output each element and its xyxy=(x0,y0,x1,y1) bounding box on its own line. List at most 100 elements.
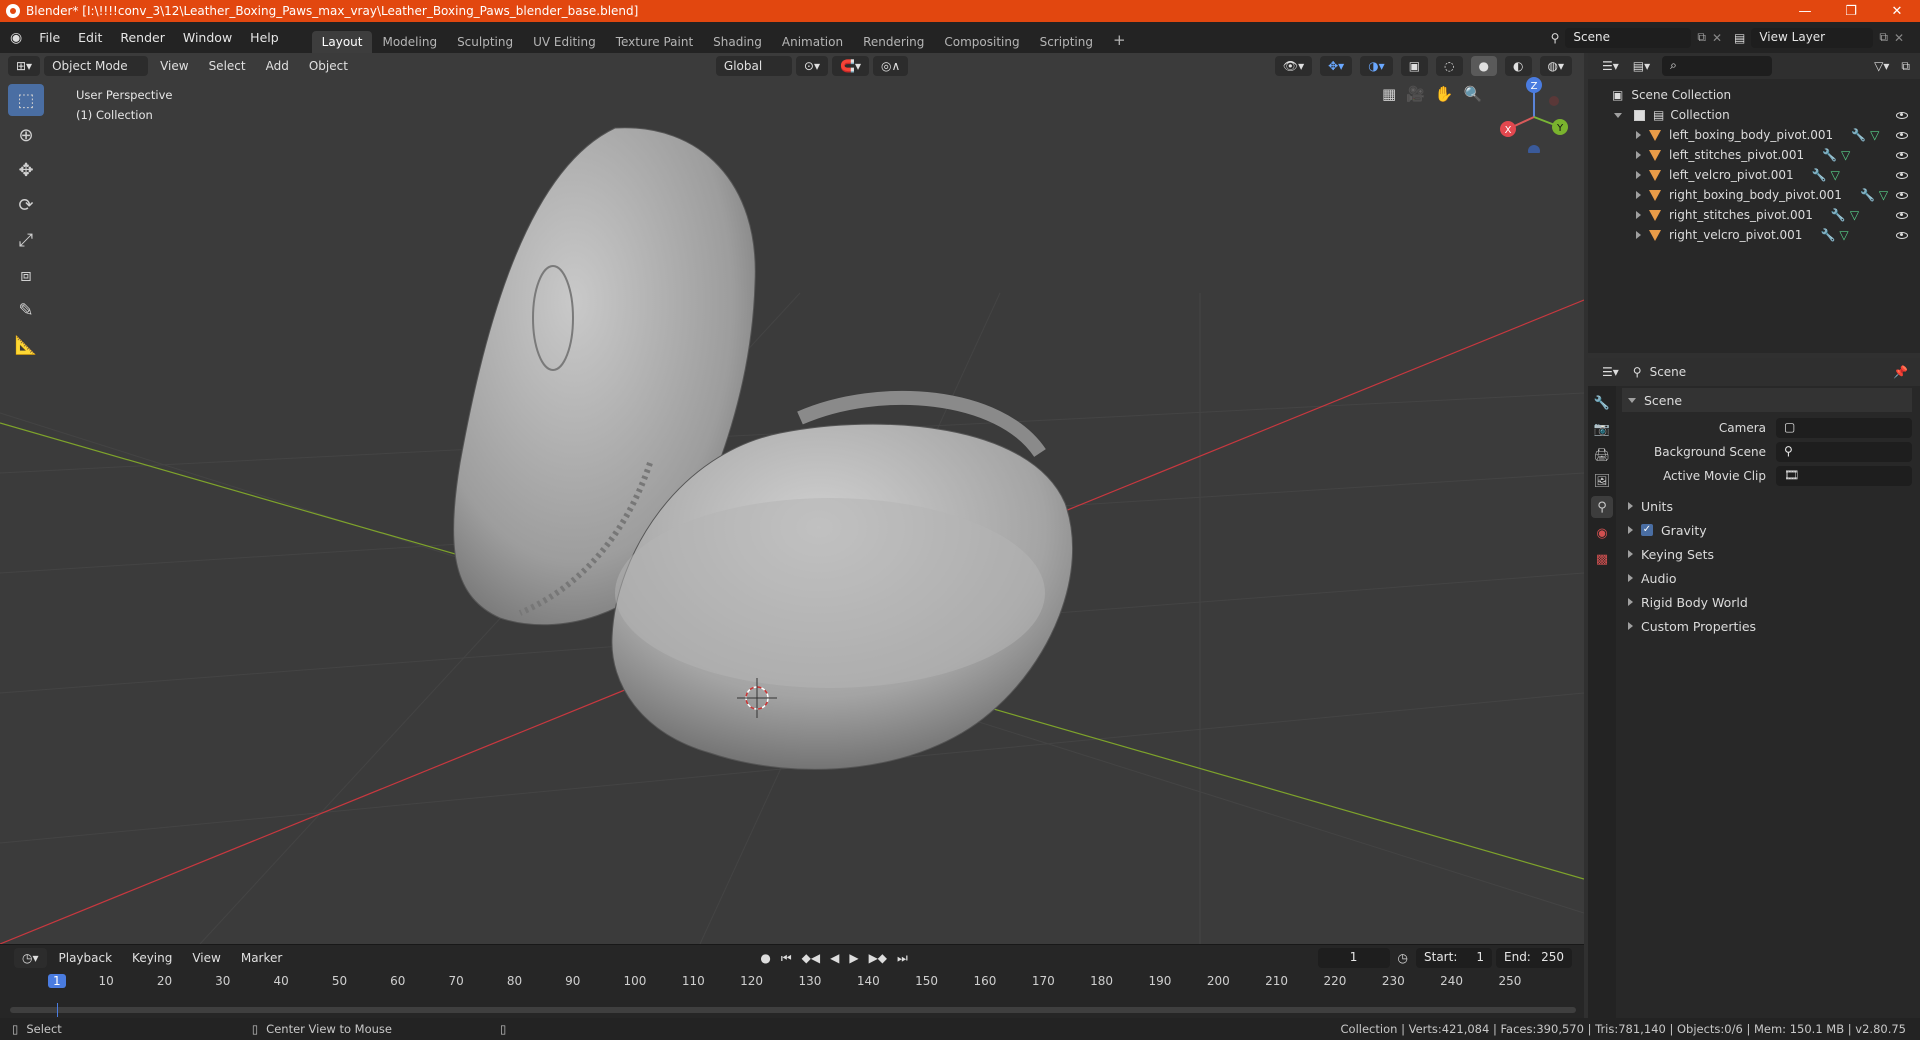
pivot-point-icon[interactable]: ⊙▾ xyxy=(795,56,828,76)
object-visibility-icon[interactable] xyxy=(1896,211,1908,219)
start-frame-field[interactable]: Start: 1 xyxy=(1416,948,1492,968)
timeline-scrollbar[interactable] xyxy=(10,1007,1576,1013)
add-workspace-button[interactable]: + xyxy=(1103,27,1136,53)
active-movie-clip-field[interactable]: 🎞 xyxy=(1776,466,1912,486)
tab-sculpting[interactable]: Sculpting xyxy=(447,31,523,53)
outliner-collection[interactable]: ▤ Collection xyxy=(1588,105,1920,125)
gizmo-z[interactable]: Z xyxy=(1531,81,1538,92)
scene-icon[interactable]: ⚲ xyxy=(1551,31,1560,45)
mesh-data-icon[interactable]: ▽ xyxy=(1870,128,1879,142)
custom-properties-panel[interactable]: Custom Properties xyxy=(1622,614,1912,638)
view-layer-selector[interactable]: View Layer xyxy=(1751,27,1874,48)
outliner-search-input[interactable]: ⌕ xyxy=(1662,56,1773,76)
material-shading-icon[interactable]: ◐ xyxy=(1505,56,1532,76)
minimize-button[interactable]: — xyxy=(1782,4,1828,19)
visibility-icon[interactable]: 👁▾ xyxy=(1274,56,1313,76)
expand-object-icon[interactable] xyxy=(1636,131,1641,139)
object-visibility-icon[interactable] xyxy=(1896,191,1908,199)
gravity-checkbox[interactable]: ✓ xyxy=(1641,524,1653,536)
playhead-line[interactable] xyxy=(57,1003,58,1017)
tab-uv-editing[interactable]: UV Editing xyxy=(523,31,606,53)
delete-view-layer-icon[interactable]: ✕ xyxy=(1894,31,1904,45)
display-mode-icon[interactable]: ▤▾ xyxy=(1633,59,1650,73)
tab-texture-paint[interactable]: Texture Paint xyxy=(606,31,703,53)
prev-keyframe-icon[interactable]: ◆◀ xyxy=(802,951,820,966)
keying-menu[interactable]: Keying xyxy=(124,948,180,968)
mesh-data-icon[interactable]: ▽ xyxy=(1850,208,1859,222)
texture-props-tab-icon[interactable]: ▩ xyxy=(1591,548,1613,570)
playback-menu[interactable]: Playback xyxy=(51,948,121,968)
camera-view-icon[interactable]: 🎥 xyxy=(1406,85,1425,103)
snap-icon[interactable]: 🧲▾ xyxy=(832,56,869,76)
mesh-data-icon[interactable]: ▽ xyxy=(1839,228,1848,242)
next-keyframe-icon[interactable]: ▶◆ xyxy=(869,951,887,966)
modifier-wrench-icon[interactable]: 🔧 xyxy=(1812,168,1827,182)
solid-shading-icon[interactable]: ● xyxy=(1470,56,1498,76)
modifier-wrench-icon[interactable]: 🔧 xyxy=(1831,208,1846,222)
expand-object-icon[interactable] xyxy=(1636,231,1641,239)
object-visibility-icon[interactable] xyxy=(1896,131,1908,139)
maximize-button[interactable]: ❐ xyxy=(1828,4,1874,19)
scale-tool-icon[interactable]: ⤢ xyxy=(8,224,44,256)
add-menu[interactable]: Add xyxy=(258,56,297,76)
outliner-object-row[interactable]: left_velcro_pivot.001 🔧 ▽ xyxy=(1588,165,1920,185)
rotate-tool-icon[interactable]: ⟳ xyxy=(8,189,44,221)
tab-animation[interactable]: Animation xyxy=(772,31,853,53)
navigation-gizmo[interactable]: Z X Y xyxy=(1494,73,1574,157)
overlays-icon[interactable]: ◑▾ xyxy=(1360,56,1393,76)
pin-icon[interactable]: 📌 xyxy=(1893,365,1908,379)
collection-checkbox[interactable] xyxy=(1634,109,1645,121)
tab-rendering[interactable]: Rendering xyxy=(853,31,934,53)
move-tool-icon[interactable]: ✥ xyxy=(8,154,44,186)
world-props-tab-icon[interactable]: ◉ xyxy=(1591,522,1613,544)
wireframe-shading-icon[interactable]: ◌ xyxy=(1436,56,1463,76)
menu-edit[interactable]: Edit xyxy=(69,30,111,45)
expand-object-icon[interactable] xyxy=(1636,211,1641,219)
play-reverse-icon[interactable]: ◀ xyxy=(830,951,839,966)
expand-object-icon[interactable] xyxy=(1636,151,1641,159)
expand-collection-icon[interactable] xyxy=(1614,112,1622,118)
outliner-scene-collection[interactable]: ▣ Scene Collection xyxy=(1588,85,1920,105)
close-button[interactable]: ✕ xyxy=(1874,4,1920,19)
menu-render[interactable]: Render xyxy=(111,30,174,45)
menu-help[interactable]: Help xyxy=(241,30,288,45)
render-props-tab-icon[interactable]: 📷 xyxy=(1591,418,1613,440)
mesh-data-icon[interactable]: ▽ xyxy=(1841,148,1850,162)
modifier-wrench-icon[interactable]: 🔧 xyxy=(1820,228,1835,242)
clock-icon[interactable]: ◷ xyxy=(1398,951,1408,965)
frame-ruler[interactable]: 1 10 20 30 40 50 60 70 80 90 100 110 120 130 140 150 160… xyxy=(48,971,1526,993)
cursor-tool-icon[interactable]: ⊕ xyxy=(8,119,44,151)
rendered-shading-icon[interactable]: ◍▾ xyxy=(1539,56,1572,76)
menu-window[interactable]: Window xyxy=(174,30,241,45)
modifier-wrench-icon[interactable]: 🔧 xyxy=(1822,148,1837,162)
object-mode-dropdown[interactable]: Object Mode xyxy=(44,56,149,76)
expand-object-icon[interactable] xyxy=(1636,191,1641,199)
tab-layout[interactable]: Layout xyxy=(311,31,373,53)
select-menu[interactable]: Select xyxy=(201,56,254,76)
object-visibility-icon[interactable] xyxy=(1896,171,1908,179)
new-collection-icon[interactable]: ⧉ xyxy=(1901,59,1910,74)
tab-modeling[interactable]: Modeling xyxy=(372,31,447,53)
timeline-editor-icon[interactable]: ◷▾ xyxy=(14,948,47,968)
editor-type-icon[interactable]: ⊞▾ xyxy=(8,56,41,76)
proportional-edit-icon[interactable]: ◎∧ xyxy=(872,56,909,76)
object-visibility-icon[interactable] xyxy=(1896,151,1908,159)
delete-scene-icon[interactable]: ✕ xyxy=(1712,31,1722,45)
scene-props-tab-icon[interactable]: ⚲ xyxy=(1591,496,1613,518)
outliner-object-row[interactable]: right_stitches_pivot.001 🔧 ▽ xyxy=(1588,205,1920,225)
modifier-wrench-icon[interactable]: 🔧 xyxy=(1851,128,1866,142)
outliner-object-row[interactable]: right_boxing_body_pivot.001 🔧 ▽ xyxy=(1588,185,1920,205)
tool-props-tab-icon[interactable]: 🔧 xyxy=(1591,392,1613,414)
timeline-view-menu[interactable]: View xyxy=(184,948,228,968)
expand-object-icon[interactable] xyxy=(1636,171,1641,179)
outliner-editor-icon[interactable]: ☰▾ xyxy=(1602,59,1619,73)
outliner-object-row[interactable]: left_stitches_pivot.001 🔧 ▽ xyxy=(1588,145,1920,165)
blender-menu-icon[interactable]: ◉ xyxy=(10,30,22,46)
jump-start-icon[interactable]: ⏮ xyxy=(781,951,792,966)
camera-field[interactable]: ▢ xyxy=(1776,418,1912,438)
tab-compositing[interactable]: Compositing xyxy=(934,31,1029,53)
collapse-scene-icon[interactable] xyxy=(1628,397,1636,403)
outliner-object-row[interactable]: right_velcro_pivot.001 🔧 ▽ xyxy=(1588,225,1920,245)
audio-panel[interactable]: Audio xyxy=(1622,566,1912,590)
jump-end-icon[interactable]: ⏭ xyxy=(897,951,908,966)
